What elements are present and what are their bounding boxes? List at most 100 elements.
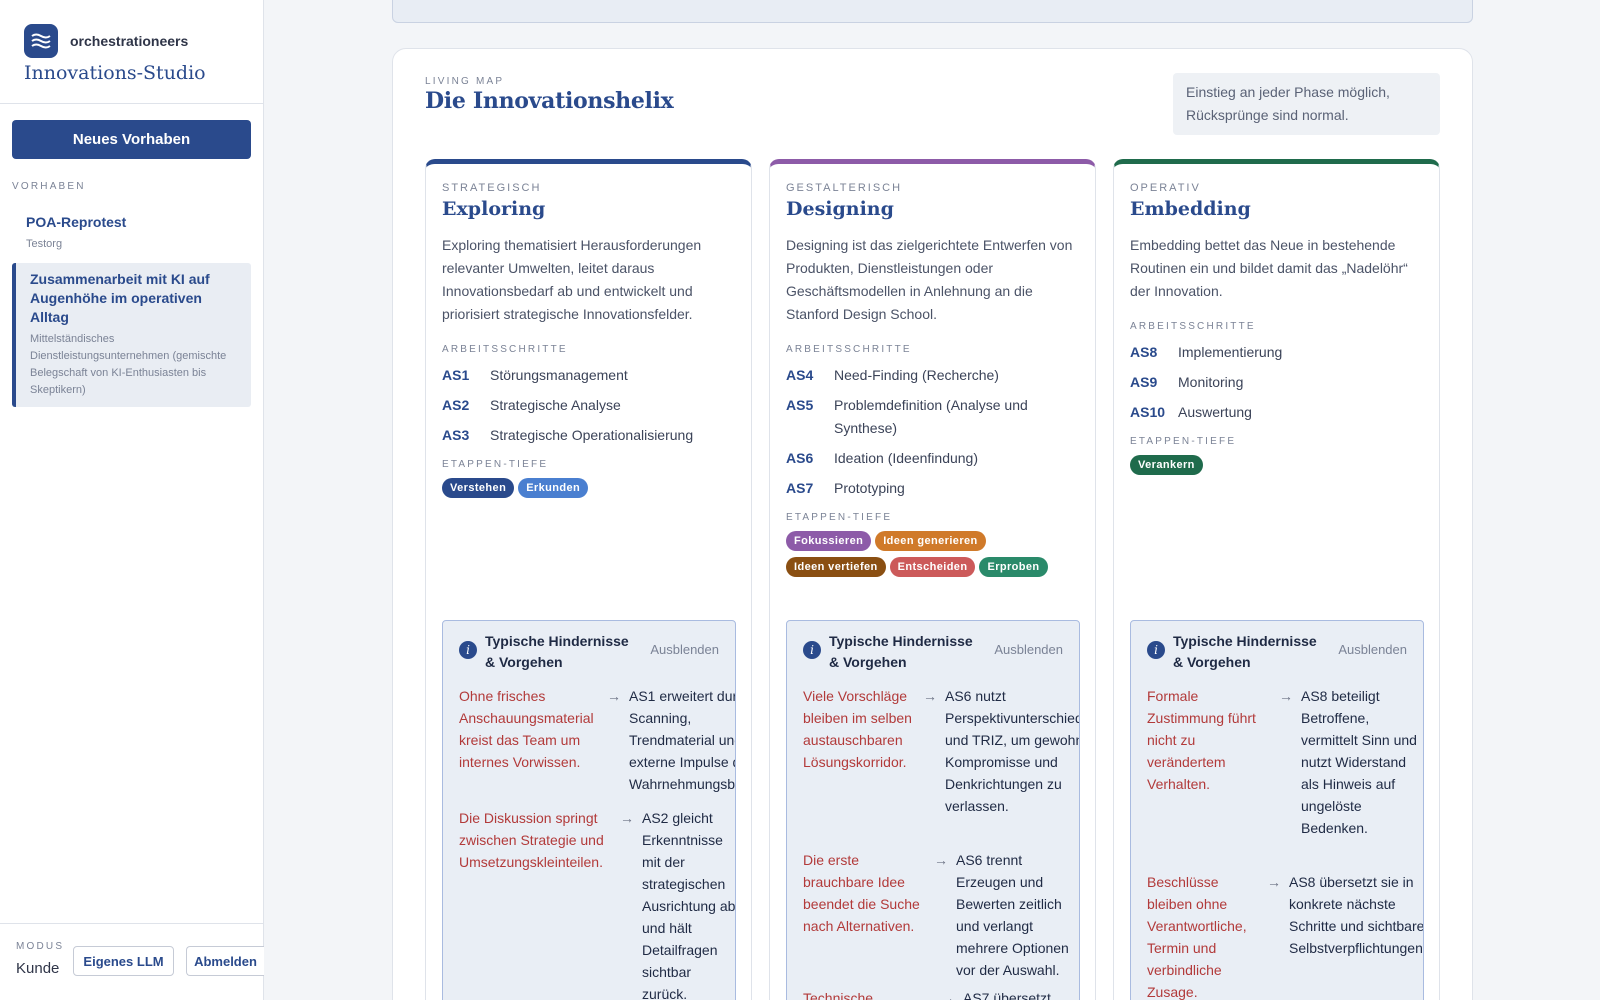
steps-list: AS8 Implementierung AS9 Monitoring AS10 … — [1130, 341, 1423, 424]
step-code: AS10 — [1130, 404, 1166, 420]
map-title: Die Innovationshelix — [425, 88, 674, 114]
obstacles-title: Typische Hindernisse & Vorgehen — [485, 633, 629, 670]
obstacles-title: Typische Hindernisse & Vorgehen — [829, 633, 973, 670]
project-subtitle: Mittelständisches Dienstleistungsunterne… — [30, 333, 227, 396]
project-subtitle: Testorg — [26, 238, 63, 250]
depth-label: ETAPPEN-TIEFE — [442, 459, 549, 470]
step-code: AS1 — [442, 367, 470, 383]
obstacles-header: i Typische Hindernisse & Vorgehen — [803, 631, 979, 673]
obstacles-box: i Typische Hindernisse & Vorgehen Ausble… — [786, 620, 1080, 1000]
step-label: Implementierung — [1178, 344, 1283, 360]
waves-logo-icon — [24, 24, 58, 58]
depth-tag[interactable]: Verankern — [1130, 455, 1203, 475]
phase-description: Embedding bettet das Neue in bestehende … — [1130, 237, 1408, 299]
step-item[interactable]: AS4 Need-Finding (Recherche) — [786, 364, 1079, 387]
step-code: AS7 — [786, 480, 814, 496]
step-item[interactable]: AS10 Auswertung — [1130, 401, 1423, 424]
hide-obstacles-button[interactable]: Ausblenden — [650, 642, 719, 657]
phase-title: Exploring — [442, 198, 546, 220]
modus-value: Kunde — [16, 960, 60, 977]
step-item[interactable]: AS7 Prototyping — [786, 477, 1079, 500]
depth-label: ETAPPEN-TIEFE — [1130, 436, 1237, 447]
obstacle-solution: AS7 übersetzt kritische — [963, 990, 1051, 1000]
phase-content: GESTALTERISCH Designing Designing ist das … — [786, 182, 1079, 583]
steps-label: ARBEITSSCHRITTE — [442, 344, 568, 355]
arrow-right-icon: → — [941, 990, 955, 1000]
obstacle-solution: AS8 übersetzt sie in konkrete nächste Sc… — [1289, 874, 1424, 956]
step-item[interactable]: AS3 Strategische Operationalisierung — [442, 424, 735, 447]
arrow-right-icon: → — [607, 688, 621, 704]
step-item[interactable]: AS5 Problemdefinition (Analyse und Synth… — [786, 394, 1079, 440]
step-item[interactable]: AS1 Störungsmanagement — [442, 364, 735, 387]
hide-obstacles-button[interactable]: Ausblenden — [1338, 642, 1407, 657]
map-kicker: LIVING MAP — [425, 76, 505, 87]
phase-description: Designing ist das zielgerichtete Entwerf… — [786, 237, 1073, 322]
depth-tags: Verankern — [1130, 455, 1400, 481]
step-code: AS8 — [1130, 344, 1158, 360]
step-code: AS3 — [442, 427, 470, 443]
step-code: AS6 — [786, 450, 814, 466]
sidebar: orchestrationeers Innovations-Studio Neu… — [0, 0, 264, 1000]
obstacles-title: Typische Hindernisse & Vorgehen — [1173, 633, 1317, 670]
info-icon: i — [459, 641, 477, 659]
obstacle-problem: Formale Zustimmung führt nicht zu veränd… — [1147, 688, 1256, 792]
depth-tag[interactable]: Verstehen — [442, 478, 515, 498]
obstacles-header: i Typische Hindernisse & Vorgehen — [1147, 631, 1323, 673]
step-label: Auswertung — [1178, 404, 1252, 420]
step-label: Prototyping — [834, 480, 905, 496]
obstacle-pair: Die Diskussion springt zwischen Strategi… — [459, 807, 736, 1000]
arrow-right-icon: → — [934, 852, 948, 868]
obstacle-solution: AS2 gleicht Erkenntnisse mit der strateg… — [642, 810, 736, 1000]
brand[interactable]: orchestrationeers — [24, 24, 188, 58]
studio-title: Innovations-Studio — [24, 62, 206, 84]
obstacle-pair: Technische → AS7 übersetzt kritische — [803, 987, 1079, 1000]
obstacle-pair: Beschlüsse bleiben ohne Verantwortliche,… — [1147, 871, 1424, 1000]
arrow-right-icon: → — [923, 688, 937, 704]
steps-list: AS4 Need-Finding (Recherche) AS5 Problem… — [786, 364, 1079, 500]
project-item-poa[interactable]: POA-Reprotest Testorg — [12, 210, 251, 256]
steps-label: ARBEITSSCHRITTE — [786, 344, 912, 355]
steps-list: AS1 Störungsmanagement AS2 Strategische … — [442, 364, 735, 447]
sidebar-divider — [0, 103, 264, 104]
depth-tag[interactable]: Erproben — [979, 557, 1048, 577]
step-label: Strategische Analyse — [490, 397, 621, 413]
depth-tag[interactable]: Ideen vertiefen — [786, 557, 886, 577]
depth-tag[interactable]: Entscheiden — [889, 557, 976, 577]
step-label: Störungsmanagement — [490, 367, 628, 383]
new-project-button[interactable]: Neues Vorhaben — [12, 120, 251, 159]
step-item[interactable]: AS2 Strategische Analyse — [442, 394, 735, 417]
obstacle-problem: Viele Vorschläge bleiben im selben austa… — [803, 688, 912, 770]
step-item[interactable]: AS8 Implementierung — [1130, 341, 1423, 364]
depth-tag[interactable]: Fokussieren — [786, 531, 872, 551]
projects-section-label: VORHABEN — [12, 181, 86, 192]
obstacle-pair: Ohne frisches Anschauungsmaterial kreist… — [459, 685, 735, 795]
step-item[interactable]: AS9 Monitoring — [1130, 371, 1423, 394]
step-item[interactable]: AS6 Ideation (Ideenfindung) — [786, 447, 1079, 470]
project-item-ki-active[interactable]: Zusammenarbeit mit KI auf Augenhöhe im o… — [12, 263, 251, 407]
phase-content: STRATEGISCH Exploring Exploring thematisie… — [442, 182, 735, 504]
phase-column-embedding: OPERATIV Embedding Embedding bettet das Ne… — [1113, 159, 1440, 1000]
depth-label: ETAPPEN-TIEFE — [786, 512, 893, 523]
step-code: AS9 — [1130, 374, 1158, 390]
obstacle-problem: Die Diskussion springt zwischen Strategi… — [459, 810, 604, 870]
phase-kicker: STRATEGISCH — [442, 182, 542, 194]
obstacles-box: i Typische Hindernisse & Vorgehen Ausble… — [1130, 620, 1424, 1000]
arrow-right-icon: → — [1267, 874, 1281, 890]
obstacle-solution: AS6 trennt Erzeugen und Bewerten zeitlic… — [956, 852, 1069, 978]
obstacle-pair: Formale Zustimmung führt nicht zu veränd… — [1147, 685, 1421, 839]
depth-tag[interactable]: Erkunden — [518, 478, 589, 498]
obstacle-problem: Beschlüsse bleiben ohne Verantwortliche,… — [1147, 874, 1247, 1000]
depth-tag[interactable]: Ideen generieren — [875, 531, 986, 551]
phase-content: OPERATIV Embedding Embedding bettet das Ne… — [1130, 182, 1423, 481]
hide-obstacles-button[interactable]: Ausblenden — [994, 642, 1063, 657]
sidebar-footer-divider — [0, 923, 264, 924]
top-panel-edge — [392, 0, 1473, 23]
project-title: Zusammenarbeit mit KI auf Augenhöhe im o… — [30, 271, 210, 325]
obstacle-problem: Ohne frisches Anschauungsmaterial kreist… — [459, 688, 594, 770]
obstacles-box: i Typische Hindernisse & Vorgehen Ausble… — [442, 620, 736, 1000]
obstacle-problem: Technische — [803, 990, 874, 1000]
logout-button[interactable]: Abmelden — [186, 946, 264, 976]
own-llm-button[interactable]: Eigenes LLM — [73, 946, 174, 976]
step-label: Monitoring — [1178, 374, 1244, 390]
info-icon: i — [803, 641, 821, 659]
